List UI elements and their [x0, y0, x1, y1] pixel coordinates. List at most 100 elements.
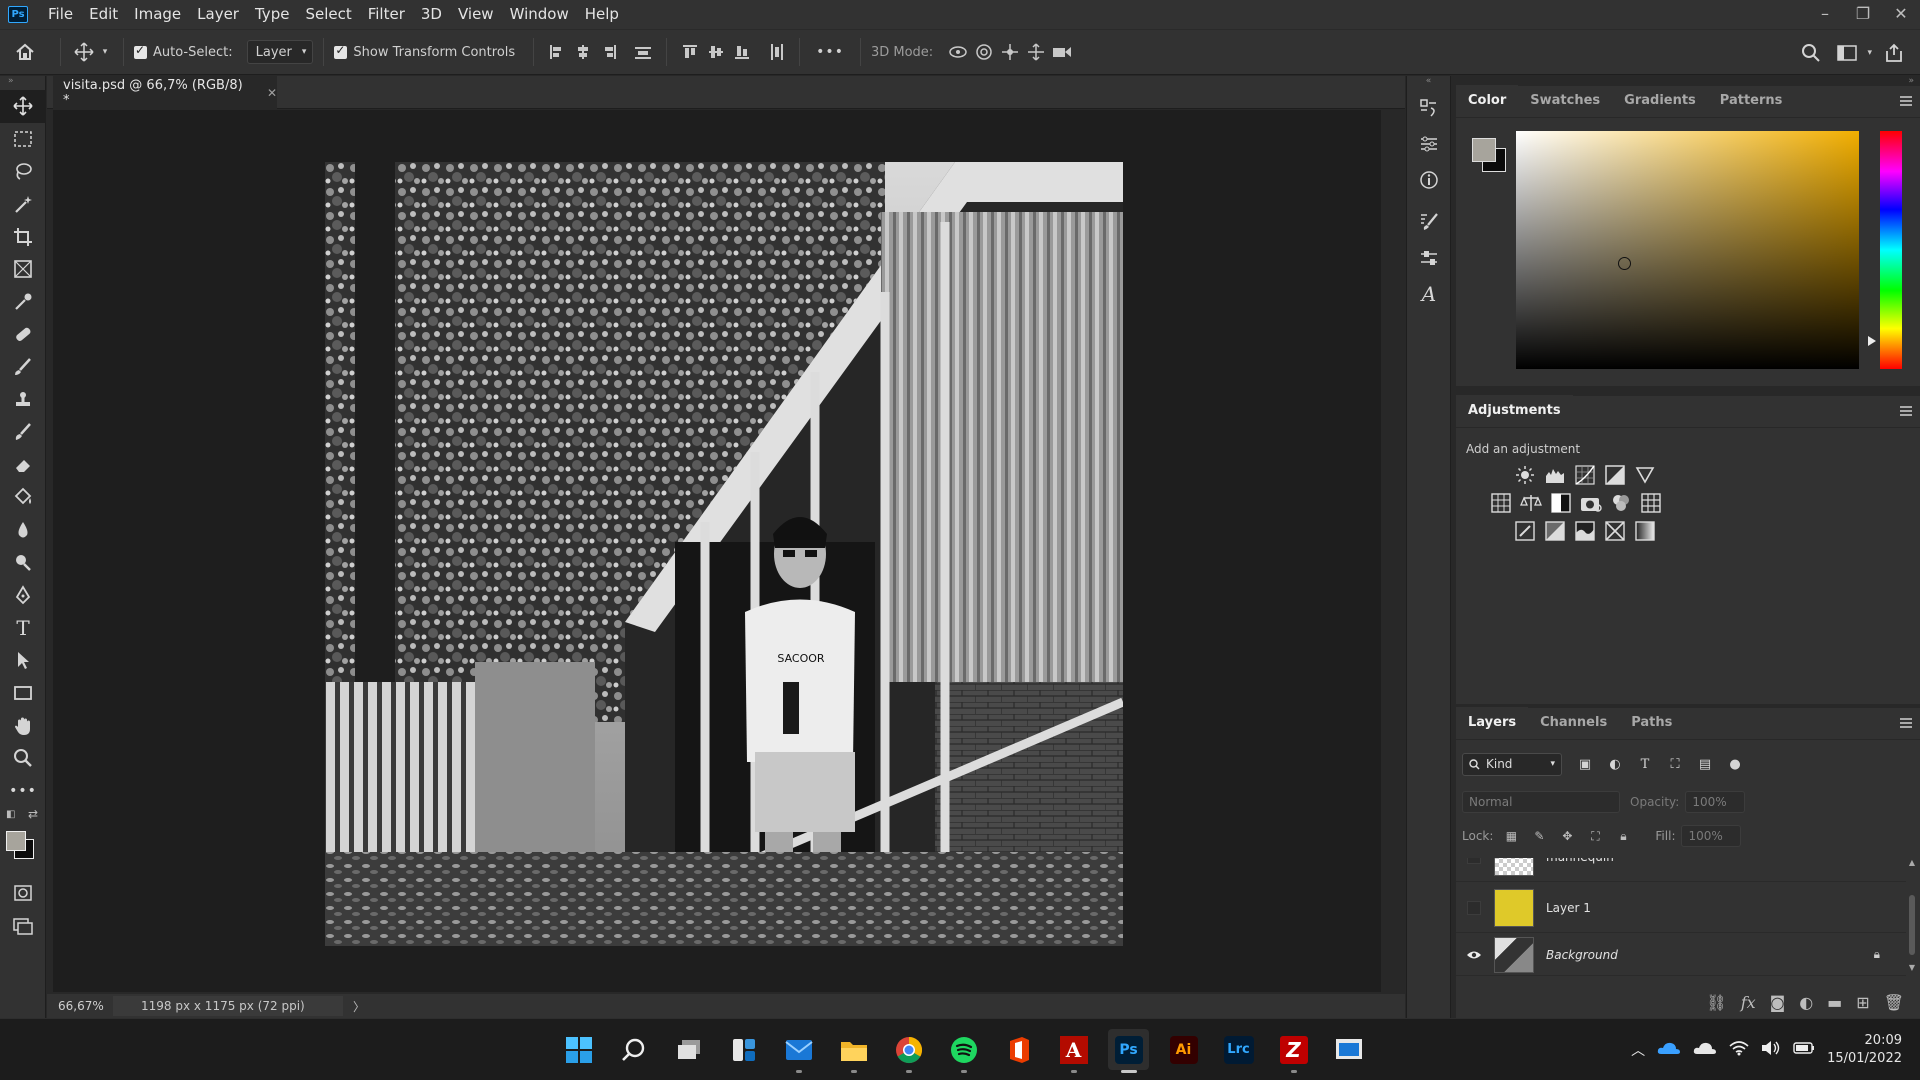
history-brush-icon[interactable] [0, 416, 46, 449]
layer-name[interactable]: Background [1546, 948, 1618, 962]
tab-adjustments[interactable]: Adjustments [1456, 395, 1573, 427]
tab-layers[interactable]: Layers [1456, 707, 1529, 739]
menu-help[interactable]: Help [577, 0, 627, 29]
menu-edit[interactable]: Edit [81, 0, 126, 29]
auto-select-target-dropdown[interactable]: Layer ▾ [246, 40, 314, 64]
menu-select[interactable]: Select [297, 0, 359, 29]
photo-filter-icon[interactable] [1580, 492, 1602, 514]
panel-menu-icon[interactable] [1900, 406, 1912, 416]
layer-visibility-toggle[interactable] [1456, 858, 1492, 864]
lock-transparent-icon[interactable]: ▦ [1497, 829, 1525, 843]
path-select-icon[interactable] [0, 644, 46, 677]
tab-gradients[interactable]: Gradients [1612, 85, 1708, 117]
paint-bucket-icon[interactable] [0, 481, 46, 514]
lasso-tool-icon[interactable] [0, 155, 46, 188]
posterize-icon[interactable] [1544, 520, 1566, 542]
fx-icon[interactable]: fx [1741, 993, 1756, 1012]
exposure-icon[interactable] [1604, 464, 1626, 486]
threshold-icon[interactable] [1574, 520, 1596, 542]
layer-name[interactable]: mannequin [1546, 858, 1614, 864]
restore-icon[interactable]: ❐ [1844, 0, 1882, 29]
filter-pixel-icon[interactable]: ▣ [1570, 757, 1600, 772]
foreground-color-swatch[interactable] [6, 831, 26, 852]
frame-tool-icon[interactable] [0, 253, 46, 286]
brush-tool-icon[interactable] [0, 351, 46, 384]
new-layer-icon[interactable]: ⊞ [1856, 993, 1869, 1012]
lock-pixels-icon[interactable]: ✎ [1525, 829, 1553, 843]
distribute-icon[interactable] [630, 39, 656, 65]
more-tools-icon[interactable]: ••• [0, 774, 46, 807]
color-picker-cursor[interactable] [1618, 257, 1631, 270]
align-middle-icon[interactable] [703, 39, 729, 65]
remote-desktop-icon[interactable] [1328, 1029, 1369, 1070]
move-tool-preset-icon[interactable] [71, 42, 97, 62]
crop-tool-icon[interactable] [0, 220, 46, 253]
color-lookup-icon[interactable] [1640, 492, 1662, 514]
selective-color-icon[interactable] [1604, 520, 1626, 542]
align-right-icon[interactable] [596, 39, 622, 65]
pan-3d-icon[interactable] [997, 39, 1023, 65]
hue-saturation-icon[interactable] [1490, 492, 1512, 514]
vertical-scrollbar[interactable] [1381, 110, 1405, 992]
share-icon[interactable] [1878, 40, 1910, 66]
menu-view[interactable]: View [450, 0, 502, 29]
taskbar-clock[interactable]: 20:09 15/01/2022 [1827, 1032, 1902, 1068]
wifi-icon[interactable] [1729, 1040, 1749, 1060]
panel-menu-icon[interactable] [1900, 718, 1912, 728]
color-field[interactable] [1516, 131, 1859, 369]
black-white-icon[interactable] [1550, 492, 1572, 514]
more-options-icon[interactable]: ••• [816, 44, 844, 60]
menu-filter[interactable]: Filter [360, 0, 413, 29]
move-tool-icon[interactable] [0, 90, 46, 123]
spotify-icon[interactable] [943, 1029, 984, 1073]
hue-slider[interactable] [1880, 131, 1902, 369]
properties-panel-icon[interactable] [1407, 126, 1451, 162]
hue-slider-handle[interactable] [1868, 336, 1876, 346]
new-group-icon[interactable]: ▬ [1827, 993, 1842, 1012]
history-panel-icon[interactable] [1407, 90, 1451, 126]
menu-image[interactable]: Image [126, 0, 189, 29]
show-transform-checkbox[interactable] [334, 43, 348, 59]
layer-visibility-toggle[interactable] [1456, 900, 1492, 915]
align-left-icon[interactable] [544, 39, 570, 65]
layer-row[interactable]: Layer 1 [1456, 883, 1906, 933]
file-explorer-icon[interactable] [833, 1029, 874, 1073]
menu-type[interactable]: Type [247, 0, 297, 29]
chevron-down-icon[interactable]: ▾ [1867, 48, 1872, 58]
chrome-icon[interactable] [888, 1029, 929, 1073]
home-icon[interactable] [0, 42, 50, 62]
tab-channels[interactable]: Channels [1528, 707, 1619, 739]
filter-adjustment-icon[interactable]: ◐ [1600, 757, 1630, 772]
channel-mixer-icon[interactable] [1610, 492, 1632, 514]
windows-start-icon[interactable] [558, 1029, 599, 1070]
foreground-color-swatch[interactable] [1472, 138, 1496, 162]
add-mask-icon[interactable]: ◙ [1770, 993, 1786, 1012]
roll-3d-icon[interactable] [971, 39, 997, 65]
align-center-icon[interactable] [570, 39, 596, 65]
quick-mask-icon[interactable] [0, 877, 46, 910]
photoshop-icon[interactable]: Ps [1108, 1029, 1149, 1073]
character-panel-icon[interactable]: A [1407, 276, 1451, 312]
layer-row[interactable]: Background 🔒︎ [1456, 934, 1906, 976]
status-menu-icon[interactable]: 〉 [353, 998, 365, 1015]
canvas[interactable]: SACOOR [53, 110, 1381, 992]
layer-filter-kind-dropdown[interactable]: Kind ▾ [1462, 752, 1562, 776]
office-icon[interactable] [998, 1029, 1039, 1070]
chevron-down-icon[interactable]: ▾ [97, 47, 113, 57]
filter-toggle-icon[interactable]: ● [1720, 757, 1750, 772]
lightroom-classic-icon[interactable]: Lrc [1218, 1029, 1259, 1070]
panel-menu-icon[interactable] [1900, 96, 1912, 106]
acrobat-icon[interactable]: A [1053, 1029, 1094, 1073]
curves-icon[interactable] [1574, 464, 1596, 486]
volume-icon[interactable] [1761, 1040, 1781, 1060]
distribute-vertical-icon[interactable] [763, 39, 789, 65]
minimize-icon[interactable]: – [1806, 0, 1844, 29]
scale-3d-icon[interactable] [1049, 39, 1075, 65]
slide-3d-icon[interactable] [1023, 39, 1049, 65]
align-top-icon[interactable] [677, 39, 703, 65]
clone-stamp-icon[interactable] [0, 383, 46, 416]
default-colors-icon[interactable]: ◧ [6, 809, 15, 820]
battery-icon[interactable] [1793, 1040, 1815, 1060]
opacity-field[interactable]: 100% [1685, 791, 1746, 813]
new-adjustment-icon[interactable]: ◐ [1799, 993, 1813, 1012]
